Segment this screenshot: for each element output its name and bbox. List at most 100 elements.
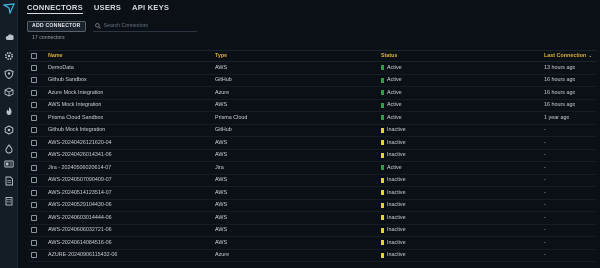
add-connector-button[interactable]: ADD CONNECTOR: [27, 20, 86, 32]
connector-name[interactable]: AWS-20240614084516-06: [48, 240, 112, 246]
connector-name[interactable]: AWS Mock Integration: [48, 102, 101, 108]
row-checkbox[interactable]: [31, 64, 37, 71]
connector-name[interactable]: Jira - 20240506020614-07: [48, 165, 111, 171]
row-checkbox[interactable]: [31, 102, 37, 109]
connector-name[interactable]: AWS-20240426121620-04: [48, 140, 112, 146]
table-row[interactable]: Azure Mock Integration Azure Active 16 hour…: [28, 87, 596, 100]
main-content: CONNECTORS USERS API KEYS ADD CONNECTOR …: [18, 0, 600, 268]
cloud-icon[interactable]: [4, 32, 14, 42]
row-checkbox[interactable]: [31, 227, 37, 234]
status-indicator-icon: [381, 240, 384, 246]
row-checkbox[interactable]: [31, 89, 37, 96]
table-row[interactable]: AWS-20240514123514-07 AWS Inactive -: [28, 187, 596, 200]
table-row[interactable]: AWS Mock Integration AWS Active 16 hours ag…: [28, 100, 596, 112]
row-select-cell: [28, 202, 39, 209]
table-row[interactable]: AWS-20240426014341-06 AWS Inactive -: [28, 150, 596, 162]
row-checkbox[interactable]: [31, 189, 37, 196]
tab-users[interactable]: USERS: [94, 2, 121, 14]
flame-icon[interactable]: [4, 106, 14, 116]
connector-name[interactable]: AZURE-20240906115432-06: [48, 252, 117, 258]
table-row[interactable]: Prisma Cloud Sandbox Prisma Cloud Active 1 …: [28, 112, 596, 125]
table-row[interactable]: AWS-20240426121620-04 AWS Inactive -: [28, 137, 596, 150]
connector-name[interactable]: AWS-20240507090409-07: [48, 177, 112, 183]
table-row[interactable]: AWS-20240507090409-07 AWS Inactive -: [28, 175, 596, 187]
status-indicator-icon: [381, 140, 384, 146]
table-row[interactable]: AZURE-20240906115432-06 Azure Inactive -: [28, 250, 596, 262]
connector-name[interactable]: Github Sandbox: [48, 77, 87, 83]
gear-icon[interactable]: [4, 51, 14, 61]
connector-status: Inactive: [381, 152, 406, 158]
connector-name[interactable]: Github Mock Integration: [48, 127, 105, 133]
table-row[interactable]: Github Mock Integration GitHub Inactive -: [28, 125, 596, 137]
connector-status: Active: [381, 102, 402, 108]
connector-status: Active: [381, 77, 402, 83]
search-input[interactable]: [103, 22, 194, 29]
status-label: Inactive: [387, 214, 406, 221]
droplet-icon[interactable]: [4, 144, 14, 154]
last-connection: -: [544, 239, 546, 246]
connector-name[interactable]: AWS-20240529104430-06: [48, 202, 112, 208]
status-label: Active: [387, 102, 402, 109]
connector-name[interactable]: AWS-20240603014444-06: [48, 215, 112, 221]
status-label: Active: [387, 89, 402, 96]
row-checkbox[interactable]: [31, 164, 37, 171]
hexagon-icon[interactable]: [4, 125, 14, 135]
connector-type: AWS: [215, 189, 228, 196]
row-checkbox[interactable]: [31, 239, 37, 246]
table-row[interactable]: AWS-20240603014444-06 AWS Inactive -: [28, 212, 596, 225]
row-select-cell: [28, 102, 39, 109]
status-label: Active: [387, 164, 402, 171]
header-name[interactable]: Name: [48, 53, 63, 59]
connector-status: Inactive: [381, 140, 406, 146]
status-indicator-icon: [381, 127, 384, 133]
header-last-connection[interactable]: Last Connection ⌄: [544, 53, 592, 59]
table-row[interactable]: Github Sandbox GitHub Active 16 hours ago: [28, 75, 596, 87]
row-select-cell: [28, 77, 39, 84]
connector-name[interactable]: Azure Mock Integration: [48, 90, 103, 96]
connector-type: AWS: [215, 102, 228, 109]
connector-name[interactable]: AWS-20240426014341-06: [48, 152, 112, 158]
connector-type: AWS: [215, 152, 228, 159]
row-checkbox[interactable]: [31, 214, 37, 221]
connectors-table: Name Type Status Last Connection ⌄ DemoD…: [28, 50, 596, 262]
tab-api-keys[interactable]: API KEYS: [132, 2, 169, 14]
connector-status: Inactive: [381, 202, 406, 208]
id-card-icon[interactable]: [4, 159, 14, 169]
table-row[interactable]: DemoData AWS Active 13 hours ago: [28, 62, 596, 75]
user-shield-icon[interactable]: [4, 69, 14, 79]
tab-connectors[interactable]: CONNECTORS: [27, 2, 83, 14]
header-type[interactable]: Type: [215, 53, 227, 59]
table-row[interactable]: AWS-20240614084516-06 AWS Inactive -: [28, 237, 596, 250]
connector-type: AWS: [215, 139, 228, 146]
connector-name[interactable]: DemoData: [48, 65, 74, 71]
table-row[interactable]: Jira - 20240506020614-07 Jira Active -: [28, 162, 596, 175]
last-connection: -: [544, 164, 546, 171]
table-row[interactable]: AWS-20240606032721-06 AWS Inactive -: [28, 225, 596, 237]
logo-icon[interactable]: [3, 3, 15, 14]
cube-icon[interactable]: [4, 87, 14, 97]
status-label: Inactive: [387, 189, 406, 196]
building-icon[interactable]: [4, 196, 14, 206]
row-checkbox[interactable]: [31, 202, 37, 209]
row-checkbox[interactable]: [31, 177, 37, 184]
select-all-checkbox[interactable]: [31, 53, 37, 59]
row-checkbox[interactable]: [31, 77, 37, 84]
connector-name[interactable]: AWS-20240514123514-07: [48, 190, 112, 196]
header-status[interactable]: Status: [381, 53, 397, 59]
status-label: Inactive: [387, 239, 406, 246]
connector-name[interactable]: Prisma Cloud Sandbox: [48, 115, 103, 121]
connector-status: Active: [381, 115, 402, 121]
status-indicator-icon: [381, 227, 384, 233]
connector-name[interactable]: AWS-20240606032721-06: [48, 227, 112, 233]
table-row[interactable]: AWS-20240529104430-06 AWS Inactive -: [28, 200, 596, 212]
connector-type: AWS: [215, 239, 228, 246]
row-select-cell: [28, 89, 39, 96]
row-checkbox[interactable]: [31, 252, 37, 259]
row-checkbox[interactable]: [31, 114, 37, 121]
row-checkbox[interactable]: [31, 127, 37, 134]
document-icon[interactable]: [4, 176, 14, 186]
sort-desc-icon[interactable]: ⌄: [588, 53, 592, 59]
sidebar: [0, 0, 18, 268]
row-checkbox[interactable]: [31, 139, 37, 146]
row-checkbox[interactable]: [31, 152, 37, 159]
